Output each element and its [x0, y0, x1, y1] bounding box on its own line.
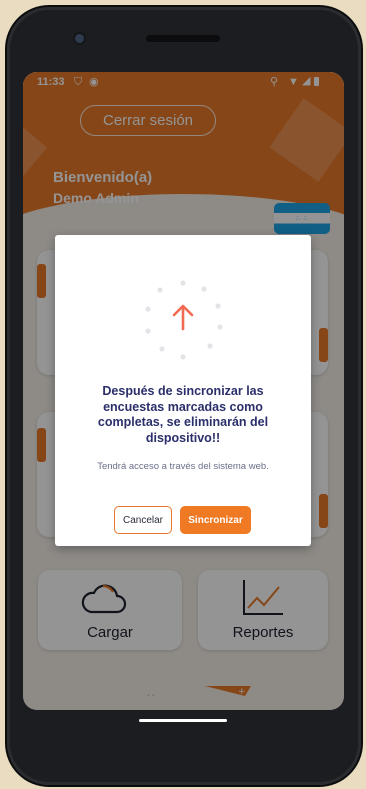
dialog-message: Después de sincronizar las encuestas mar… — [97, 384, 269, 445]
app-screen: 11:33 ⛉ ◉ ⚲ ▼ ◢ Cerrar sesión Bienvenido… — [23, 72, 344, 710]
cancel-button[interactable]: Cancelar — [114, 506, 172, 534]
home-indicator[interactable] — [139, 719, 227, 722]
sync-dialog: Después de sincronizar las encuestas mar… — [55, 235, 311, 546]
sync-button[interactable]: Sincronizar — [180, 506, 251, 534]
upload-arrow-icon — [145, 280, 223, 360]
dialog-note: Tendrá acceso a través del sistema web. — [97, 461, 269, 472]
speaker-grille — [146, 35, 220, 42]
camera-icon — [75, 34, 84, 43]
